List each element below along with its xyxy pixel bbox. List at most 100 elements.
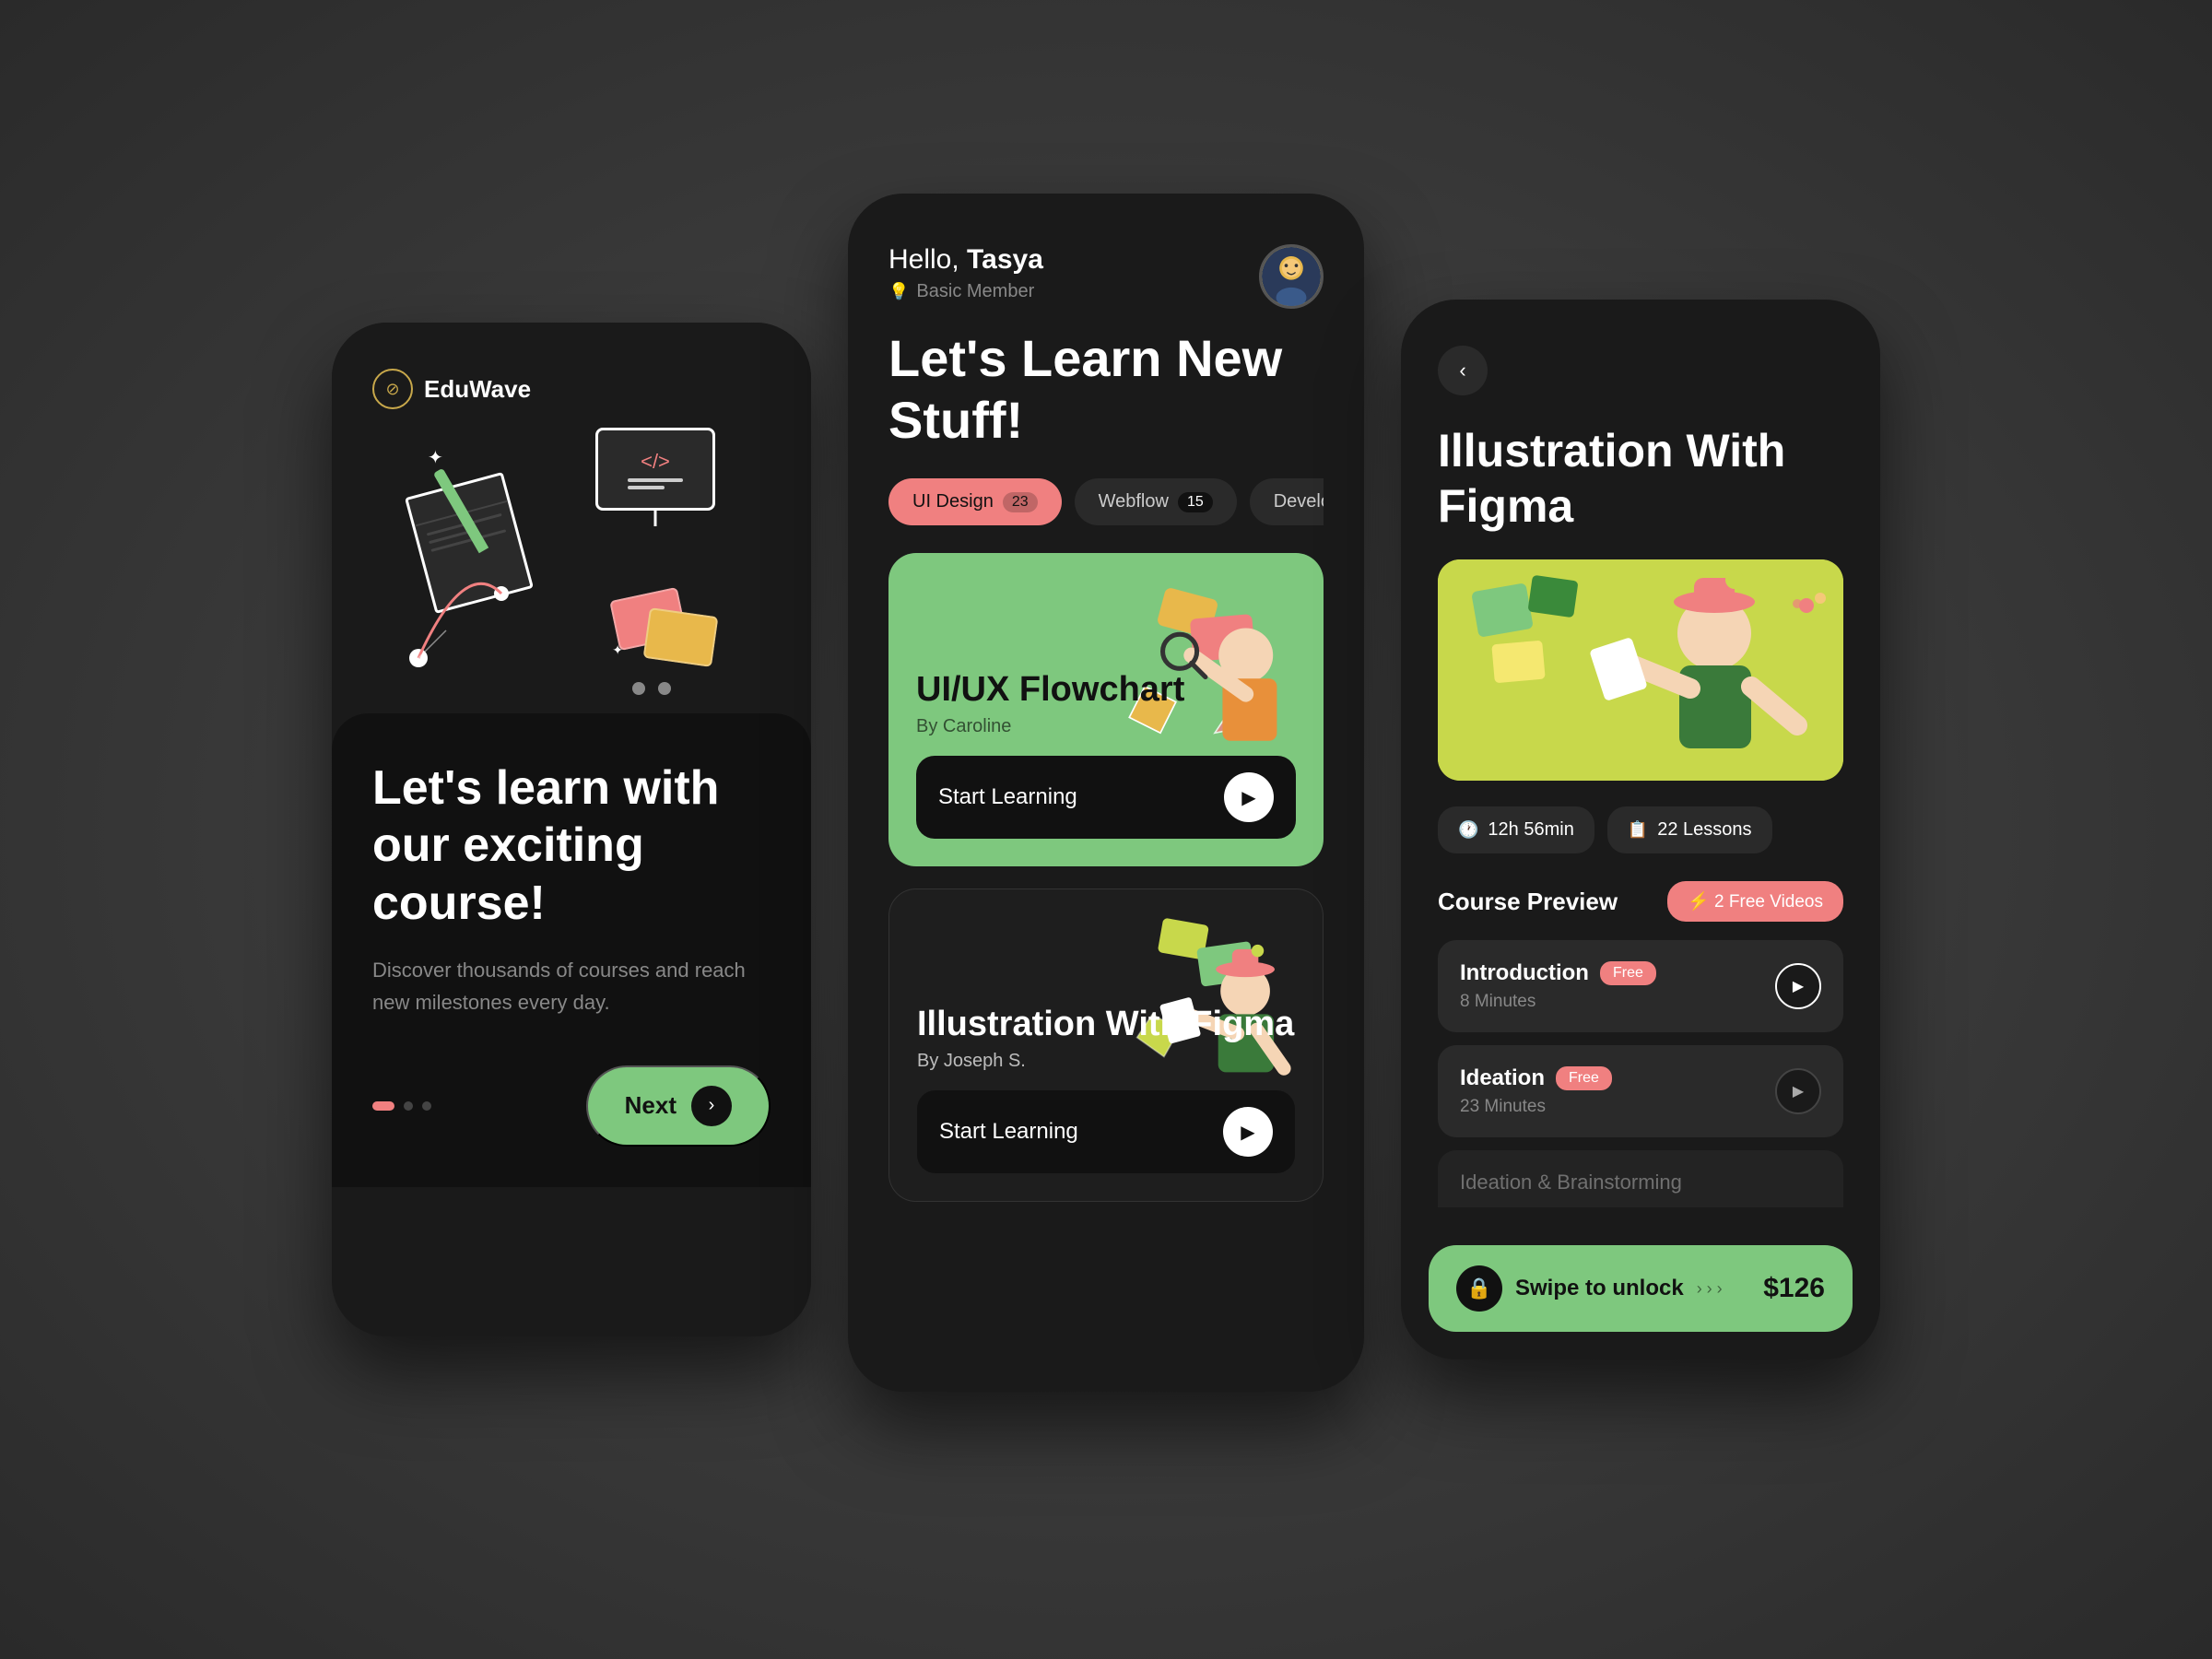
preview-section-header: Course Preview ⚡ 2 Free Videos <box>1438 881 1843 922</box>
card-2-author: By Joseph S. <box>917 1051 1295 1072</box>
onboarding-footer: Next › <box>372 1065 771 1147</box>
lesson-title-row-2: Ideation Free <box>1460 1065 1775 1091</box>
tab-ui-design[interactable]: UI Design 23 <box>888 478 1062 525</box>
eduwave-logo-icon: ⊘ <box>372 369 413 409</box>
lesson-free-badge-1: Free <box>1600 961 1656 985</box>
member-level: Basic Member <box>916 281 1034 302</box>
onboarding-illustration: </> <box>372 409 771 704</box>
next-button-icon: › <box>691 1086 732 1126</box>
start-learning-text-1: Start Learning <box>938 784 1077 810</box>
phone-home: Hello, Tasya 💡 Basic Member <box>848 194 1364 1392</box>
learn-headline: Let's Learn New Stuff! <box>888 327 1324 451</box>
tab-development-label: Development <box>1274 491 1324 512</box>
course-detail-title: Illustration With Figma <box>1438 423 1843 534</box>
avatar-svg <box>1262 244 1321 309</box>
course-card-1: UI/UX Flowchart By Caroline Start Learni… <box>888 553 1324 866</box>
course-thumbnail <box>1438 559 1843 781</box>
unlock-left: 🔒 Swipe to unlock › › › <box>1456 1265 1723 1312</box>
sparkle-2: ✦ <box>612 642 623 658</box>
lesson-title-row-1: Introduction Free <box>1460 960 1775 986</box>
price-text: $126 <box>1763 1273 1825 1304</box>
home-header: Hello, Tasya 💡 Basic Member <box>888 244 1324 309</box>
line-1 <box>628 478 683 482</box>
phone-course-detail: ‹ Illustration With Figma <box>1401 300 1880 1359</box>
phones-container: ⊘ EduWave </> <box>332 267 1880 1392</box>
category-tabs: UI Design 23 Webflow 15 Development <box>888 478 1324 525</box>
greeting-text: Hello, Tasya <box>888 244 1043 276</box>
lesson-play-btn-2[interactable]: ▶ <box>1775 1068 1821 1114</box>
meta-lessons: 📋 22 Lessons <box>1607 806 1772 853</box>
tab-development[interactable]: Development <box>1250 478 1324 525</box>
lock-icon: 🔒 <box>1456 1265 1502 1312</box>
code-icon: </> <box>641 450 670 474</box>
phone-onboarding: ⊘ EduWave </> <box>332 323 811 1336</box>
course-meta: 🕐 12h 56min 📋 22 Lessons <box>1438 806 1843 853</box>
avatar[interactable] <box>1259 244 1324 309</box>
tab-webflow-count: 15 <box>1178 492 1213 512</box>
onboarding-subtext: Discover thousands of courses and reach … <box>372 954 771 1018</box>
pagination-dots <box>372 1101 431 1111</box>
preview-label: Course Preview <box>1438 888 1618 916</box>
tab-ui-design-count: 23 <box>1003 492 1038 512</box>
play-button-2[interactable]: ▶ <box>1223 1107 1273 1157</box>
lesson-duration-2: 23 Minutes <box>1460 1097 1546 1116</box>
lesson-free-badge-2: Free <box>1556 1066 1612 1090</box>
lesson-item-ideation[interactable]: Ideation Free 23 Minutes ▶ <box>1438 1045 1843 1137</box>
unlock-bar[interactable]: 🔒 Swipe to unlock › › › $126 <box>1429 1245 1853 1332</box>
next-button-label: Next <box>625 1091 677 1120</box>
greeting-block: Hello, Tasya 💡 Basic Member <box>888 244 1043 302</box>
card-1-content: UI/UX Flowchart By Caroline Start Learni… <box>888 641 1324 867</box>
dot-2 <box>404 1101 413 1111</box>
course-detail-content: ‹ Illustration With Figma <box>1401 300 1880 1207</box>
course-thumbnail-svg <box>1438 559 1843 781</box>
start-learning-text-2: Start Learning <box>939 1119 1078 1145</box>
lesson-partial-title: Ideation & Brainstorming <box>1460 1171 1821 1194</box>
meta-duration: 🕐 12h 56min <box>1438 806 1594 853</box>
card-shapes <box>614 594 724 677</box>
free-videos-text: ⚡ 2 Free Videos <box>1688 890 1823 912</box>
tab-webflow[interactable]: Webflow 15 <box>1075 478 1237 525</box>
greeting-hello: Hello, <box>888 244 967 275</box>
lesson-item-introduction[interactable]: Introduction Free 8 Minutes ▶ <box>1438 940 1843 1032</box>
onboarding-bottom: Let's learn with our exciting course! Di… <box>332 713 811 1187</box>
lessons-icon: 📋 <box>1628 820 1648 840</box>
lesson-duration-1: 8 Minutes <box>1460 992 1535 1011</box>
monitor-lines <box>628 478 683 489</box>
logo-area: ⊘ EduWave <box>372 369 771 409</box>
lesson-info-1: Introduction Free 8 Minutes <box>1460 960 1775 1012</box>
course-card-2: Illustration With Figma By Joseph S. Sta… <box>888 888 1324 1202</box>
tab-ui-design-label: UI Design <box>912 491 994 512</box>
sparkle-1: ✦ <box>428 446 443 469</box>
clock-icon: 🕐 <box>1458 820 1478 840</box>
line-2 <box>628 486 665 489</box>
card-1-author: By Caroline <box>916 716 1296 737</box>
dot-3 <box>422 1101 431 1111</box>
monitor-illustration: </> <box>595 428 715 511</box>
member-badge: 💡 Basic Member <box>888 281 1043 302</box>
bezier-illustration <box>391 538 575 686</box>
meta-lessons-value: 22 Lessons <box>1657 819 1751 841</box>
play-button-1[interactable]: ▶ <box>1224 772 1274 822</box>
card-2-title: Illustration With Figma <box>917 1004 1295 1046</box>
greeting-name: Tasya <box>967 244 1043 275</box>
lesson-play-btn-1[interactable]: ▶ <box>1775 963 1821 1009</box>
lesson-title-1: Introduction <box>1460 960 1589 986</box>
unlock-arrows: › › › <box>1697 1279 1723 1299</box>
unlock-text: Swipe to unlock <box>1515 1276 1684 1301</box>
next-button[interactable]: Next › <box>586 1065 771 1147</box>
tab-webflow-label: Webflow <box>1099 491 1169 512</box>
lesson-title-2: Ideation <box>1460 1065 1545 1091</box>
back-button[interactable]: ‹ <box>1438 346 1488 395</box>
lesson-info-2: Ideation Free 23 Minutes <box>1460 1065 1775 1117</box>
card-1-title: UI/UX Flowchart <box>916 669 1296 712</box>
logo-text: EduWave <box>424 375 531 404</box>
card-2-content: Illustration With Figma By Joseph S. Sta… <box>889 976 1323 1202</box>
onboarding-headline: Let's learn with our exciting course! <box>372 759 771 932</box>
start-learning-bar-1[interactable]: Start Learning ▶ <box>916 756 1296 839</box>
lesson-item-brainstorming: Ideation & Brainstorming <box>1438 1150 1843 1207</box>
badge-icon: 💡 <box>888 282 909 301</box>
dot-1 <box>372 1101 394 1111</box>
meta-duration-value: 12h 56min <box>1488 819 1573 841</box>
free-videos-badge: ⚡ 2 Free Videos <box>1667 881 1843 922</box>
start-learning-bar-2[interactable]: Start Learning ▶ <box>917 1090 1295 1173</box>
